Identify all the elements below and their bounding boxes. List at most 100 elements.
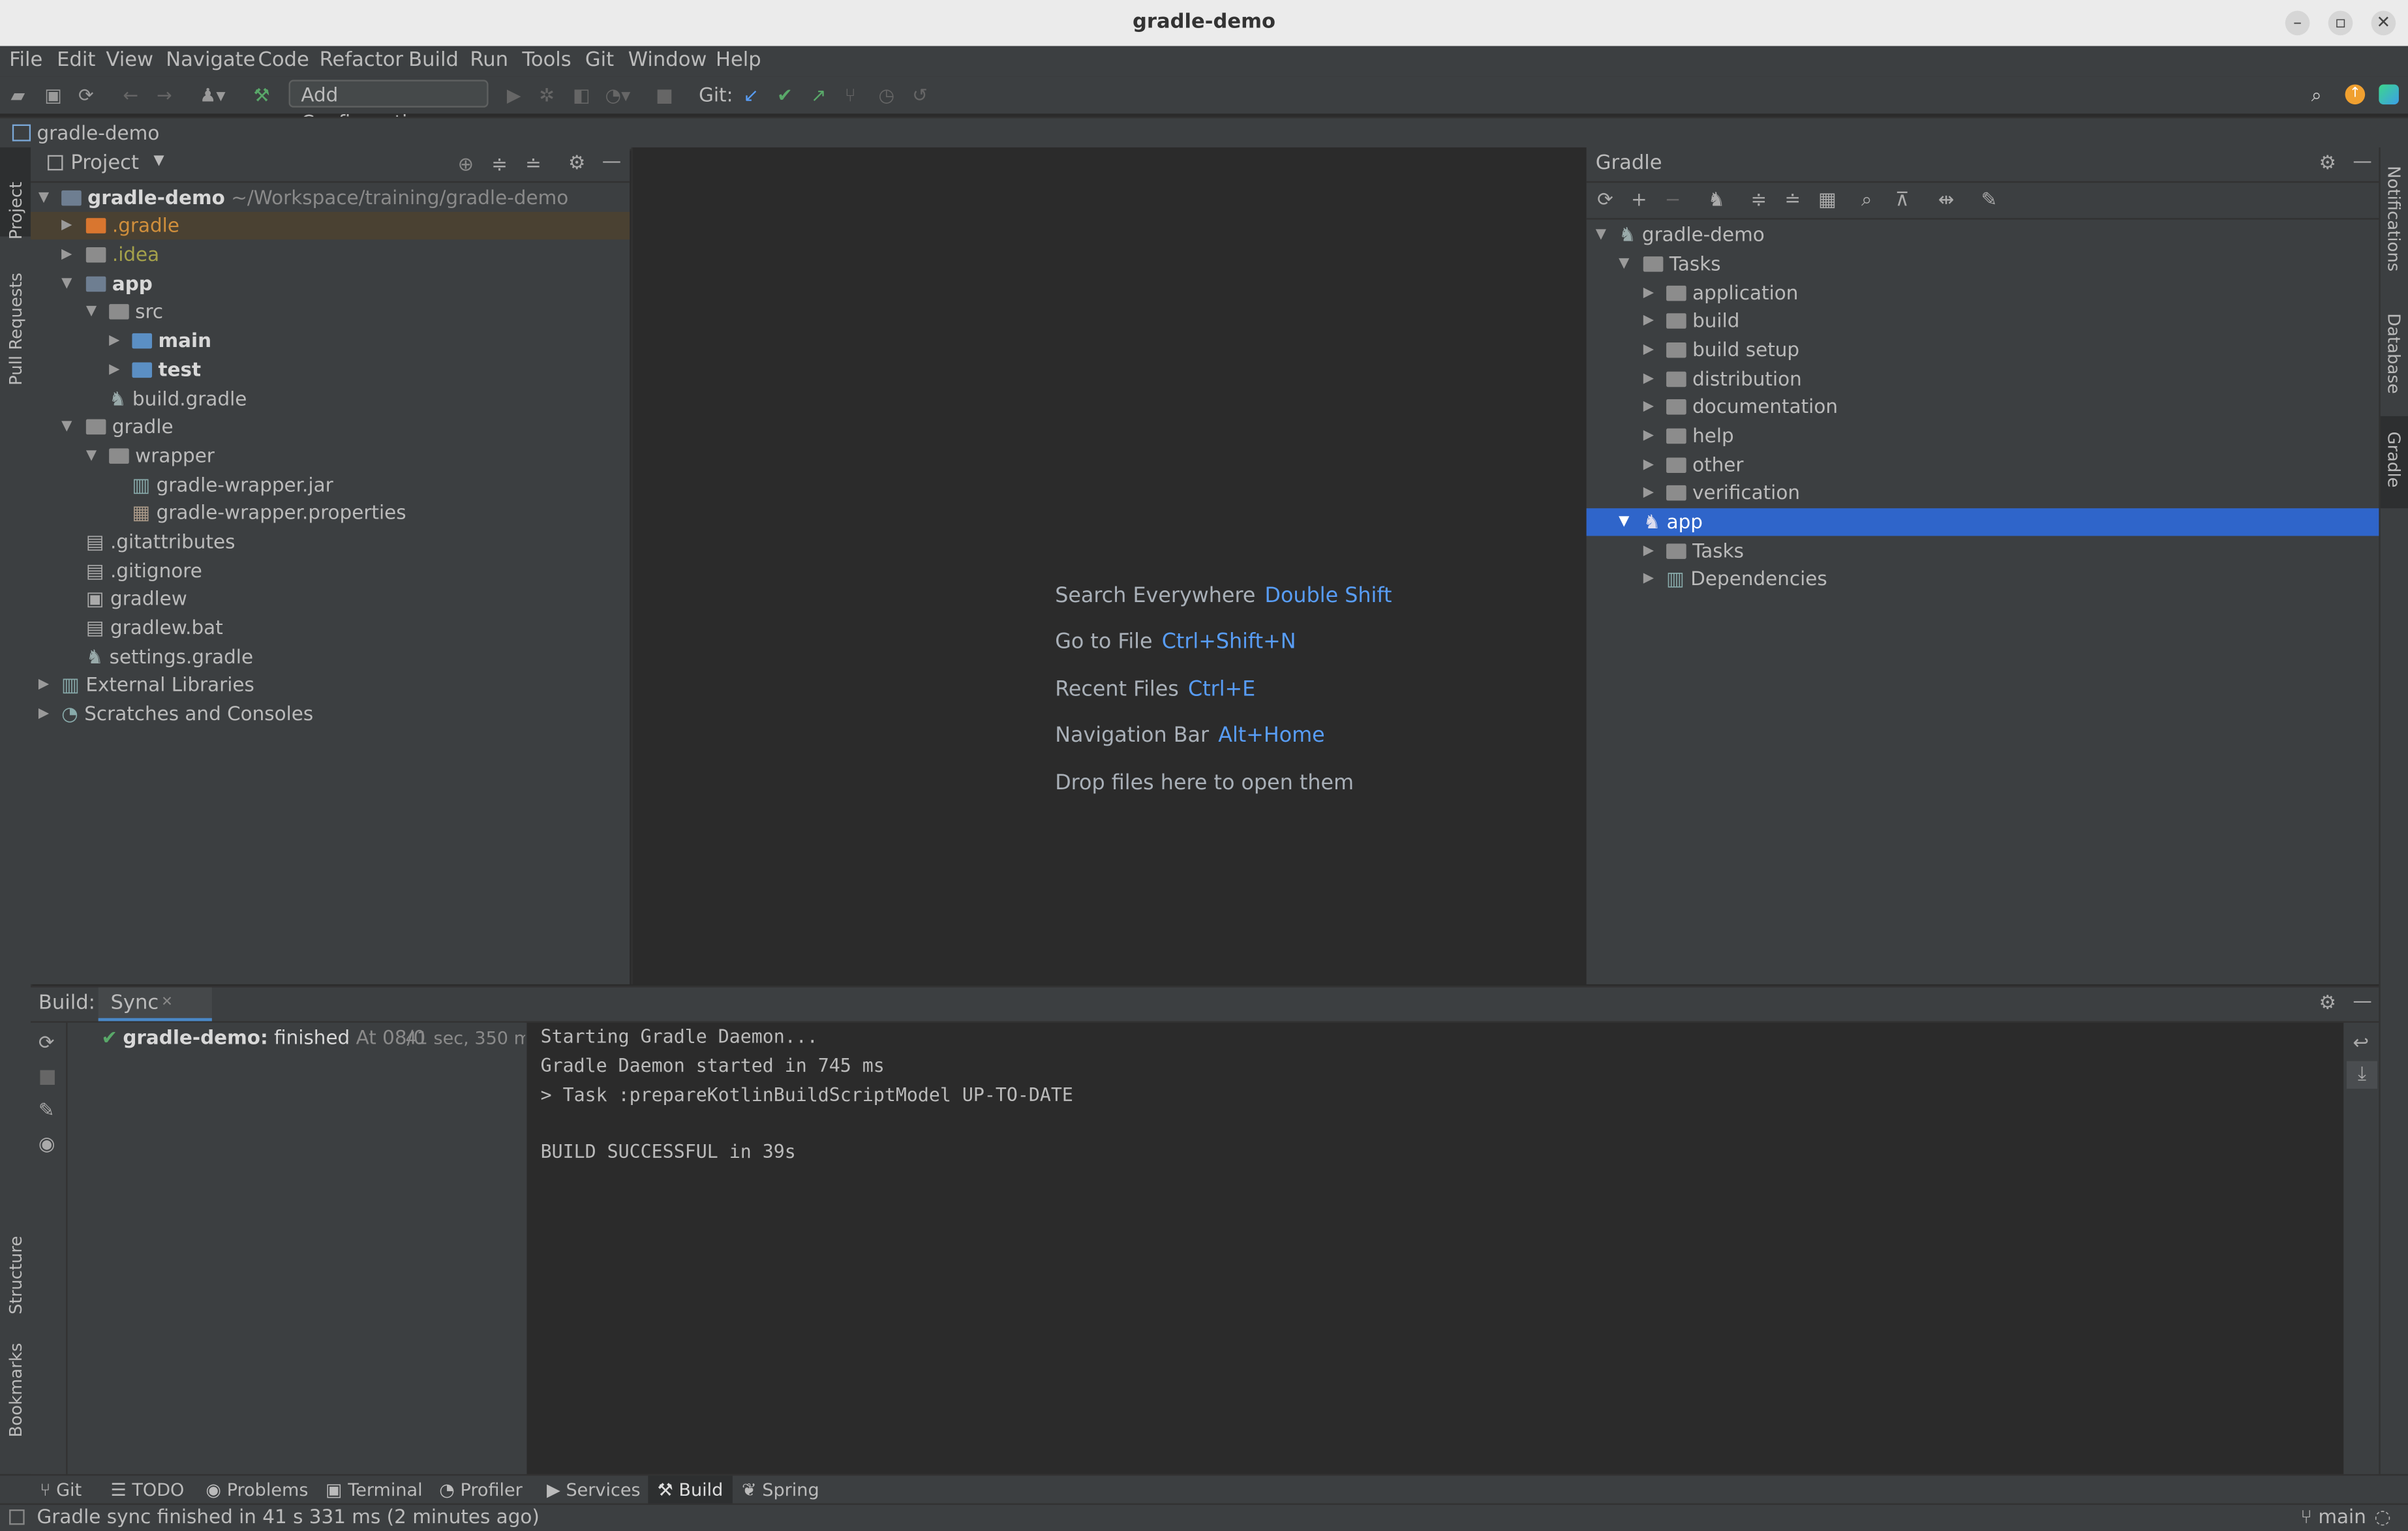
bookmarks-tool-tab[interactable]: Bookmarks	[6, 1343, 26, 1438]
chevron-right-icon[interactable]: ▶	[38, 671, 49, 699]
git-update-icon[interactable]: ↙	[743, 84, 759, 106]
menu-git[interactable]: Git	[585, 49, 614, 72]
search-icon[interactable]: ⌕	[2311, 84, 2322, 107]
tool-tab-git[interactable]: ⑂ Git	[40, 1476, 82, 1505]
notifications-tool-tab[interactable]: Notifications	[2383, 166, 2403, 271]
scroll-to-end-icon[interactable]: ⤓	[2346, 1061, 2377, 1089]
group-modules-icon[interactable]: ▦	[1818, 187, 1836, 210]
tree-item-gradle-demo[interactable]: ▼ gradle-demo ~/Workspace/training/gradl…	[31, 184, 630, 211]
chevron-right-icon[interactable]: ▶	[1643, 307, 1654, 335]
gear-icon[interactable]: ⚙	[2319, 151, 2336, 174]
chevron-right-icon[interactable]: ▶	[1643, 451, 1654, 479]
build-hammer-icon[interactable]: ⚒	[253, 84, 269, 106]
add-icon[interactable]: +	[1631, 187, 1647, 210]
update-icon[interactable]: ↑	[2345, 84, 2366, 105]
collapse-all-icon[interactable]: ≐	[525, 152, 541, 175]
locate-icon[interactable]: ⊕	[457, 152, 474, 175]
build-console[interactable]: Starting Gradle Daemon... Gradle Daemon …	[526, 1022, 2344, 1476]
chevron-right-icon[interactable]: ▶	[61, 241, 72, 269]
chevron-right-icon[interactable]: ▶	[1643, 393, 1654, 421]
pin-icon[interactable]: ✎	[38, 1098, 55, 1121]
tool-tab-profiler[interactable]: ◔ Profiler	[439, 1476, 523, 1505]
coverage-icon[interactable]: ◧	[573, 84, 590, 106]
gear-icon[interactable]: ⚙	[2319, 990, 2336, 1013]
menu-edit[interactable]: Edit	[57, 49, 95, 72]
user-icon[interactable]: ♟▾	[200, 84, 226, 106]
menu-navigate[interactable]: Navigate	[166, 49, 255, 72]
close-icon[interactable]: ✕	[2371, 10, 2396, 36]
menu-build[interactable]: Build	[408, 49, 459, 72]
memory-indicator-icon[interactable]: ◌	[2374, 1505, 2391, 1528]
save-icon[interactable]: ▣	[44, 84, 62, 106]
chevron-right-icon[interactable]: ▶	[109, 356, 119, 384]
reload-icon[interactable]: ⟳	[1597, 187, 1613, 210]
chevron-right-icon[interactable]: ▶	[1643, 422, 1654, 449]
minimize-icon[interactable]: –	[2285, 10, 2310, 36]
menu-tools[interactable]: Tools	[522, 49, 571, 72]
tool-tab-terminal[interactable]: ▣ Terminal	[326, 1476, 423, 1505]
gear-icon[interactable]: ⚙	[568, 151, 585, 174]
toggle-tests-icon[interactable]: ⇹	[1938, 187, 1955, 210]
pull-requests-tool-tab[interactable]: Pull Requests	[6, 273, 26, 386]
project-panel-title[interactable]: Project	[70, 152, 139, 175]
build-tool-settings-icon[interactable]: ✎	[1981, 187, 1998, 210]
menu-help[interactable]: Help	[716, 49, 761, 72]
build-result-item[interactable]: ✔ gradle-demo: finished At 08/0 41 sec, …	[68, 1024, 525, 1052]
breadcrumb-project[interactable]: gradle-demo	[37, 121, 159, 144]
git-merge-icon[interactable]: ⑂	[845, 84, 856, 106]
project-tool-tab[interactable]: Project	[6, 182, 26, 240]
view-dropdown-icon[interactable]: ▼	[153, 153, 164, 169]
chevron-right-icon[interactable]: ▶	[1643, 337, 1654, 364]
menu-run[interactable]: Run	[470, 49, 508, 72]
chevron-right-icon[interactable]: ▶	[1643, 365, 1654, 393]
expand-all-icon[interactable]: ≑	[491, 152, 508, 175]
editor-empty-area[interactable]: Search Everywhere Double Shift Go to File…	[631, 147, 1589, 984]
tool-tab-build[interactable]: ⚒ Build	[648, 1476, 733, 1505]
expand-all-icon[interactable]: ≑	[1751, 187, 1767, 210]
chevron-down-icon[interactable]: ▼	[86, 298, 97, 326]
profile-icon[interactable]: ◔▾	[605, 84, 630, 106]
chevron-right-icon[interactable]: ▶	[1643, 479, 1654, 506]
chevron-right-icon[interactable]: ▶	[38, 700, 49, 727]
sync-icon[interactable]: ⟳	[78, 84, 94, 106]
gradle-tool-tab[interactable]: Gradle	[2383, 431, 2403, 487]
chevron-right-icon[interactable]: ▶	[1643, 565, 1654, 592]
forward-icon[interactable]: →	[157, 84, 172, 106]
remove-icon[interactable]: −	[1665, 187, 1681, 210]
structure-tool-tab[interactable]: Structure	[6, 1236, 26, 1314]
offline-mode-icon[interactable]: ⊼	[1895, 187, 1910, 210]
debug-icon[interactable]: ✲	[539, 84, 555, 106]
chevron-right-icon[interactable]: ▶	[1643, 279, 1654, 307]
tab-sync[interactable]: Sync ✕	[98, 987, 212, 1022]
stop-icon[interactable]: ■	[38, 1064, 57, 1087]
hide-panel-icon[interactable]: —	[2353, 149, 2371, 172]
back-icon[interactable]: ←	[123, 84, 138, 106]
git-commit-icon[interactable]: ✔	[777, 84, 793, 106]
stop-icon[interactable]: ■	[656, 84, 673, 106]
status-message[interactable]: Gradle sync finished in 41 s 331 ms (2 m…	[37, 1505, 539, 1528]
gradle-item-app[interactable]: ▼ ♞ app	[1586, 508, 2379, 536]
eye-icon[interactable]: ◉	[38, 1132, 55, 1155]
execute-task-icon[interactable]: ♞	[1708, 187, 1725, 210]
run-icon[interactable]: ▶	[507, 84, 521, 106]
ide-logo-icon[interactable]	[2379, 84, 2399, 105]
chevron-down-icon[interactable]: ▼	[1596, 221, 1606, 249]
tree-item-dot-gradle[interactable]: ▶ .gradle	[31, 211, 630, 240]
chevron-down-icon[interactable]: ▼	[61, 413, 72, 440]
hide-panel-icon[interactable]: —	[2353, 989, 2371, 1012]
chevron-down-icon[interactable]: ▼	[1619, 250, 1629, 278]
chevron-right-icon[interactable]: ▶	[1643, 538, 1654, 565]
chevron-right-icon[interactable]: ▶	[109, 327, 119, 354]
chevron-down-icon[interactable]: ▼	[61, 270, 72, 297]
tool-tab-problems[interactable]: ◉ Problems	[206, 1476, 308, 1505]
close-tab-icon[interactable]: ✕	[161, 995, 173, 1010]
collapse-all-icon[interactable]: ≐	[1784, 187, 1801, 210]
git-push-icon[interactable]: ↗	[811, 84, 827, 106]
add-configuration-button[interactable]: Add Configuration...	[288, 80, 489, 134]
menu-window[interactable]: Window	[628, 49, 707, 72]
soft-wrap-icon[interactable]: ↩	[2353, 1031, 2369, 1054]
menu-view[interactable]: View	[106, 49, 153, 72]
restart-sync-icon[interactable]: ⟳	[38, 1031, 55, 1054]
git-history-icon[interactable]: ◷	[878, 84, 894, 106]
git-branch[interactable]: ⑂ main	[2300, 1505, 2366, 1528]
